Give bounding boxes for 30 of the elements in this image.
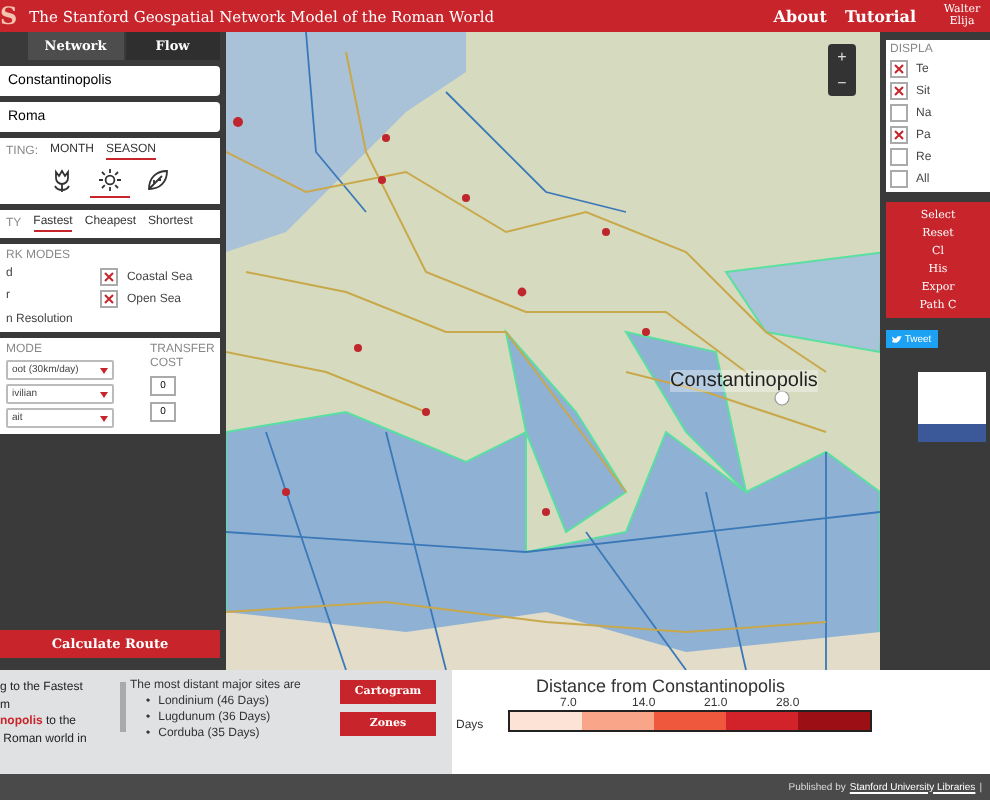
cross-icon: [894, 130, 904, 140]
bird-icon: [892, 335, 903, 343]
nav-link[interactable]: About: [773, 6, 827, 26]
cross-icon: [104, 272, 115, 282]
tulip-icon: [50, 168, 74, 192]
caret-icon: [100, 391, 108, 397]
checkbox[interactable]: [890, 126, 908, 144]
leaf-icon: [146, 168, 170, 192]
zoom-button[interactable]: −: [828, 70, 856, 96]
nav-link[interactable]: Tutorial: [844, 6, 916, 26]
checkbox[interactable]: [890, 148, 908, 166]
sun-icon: [98, 168, 122, 192]
cross-icon: [894, 86, 904, 96]
cross-icon: [894, 64, 904, 74]
checkbox[interactable]: [100, 290, 119, 308]
checkbox[interactable]: [100, 268, 119, 286]
caret-icon: [100, 415, 108, 421]
checkbox[interactable]: [890, 104, 908, 122]
checkbox[interactable]: [890, 170, 908, 188]
place-label: Constantinopolis: [670, 370, 818, 392]
cross-icon: [104, 294, 115, 304]
season-button[interactable]: [90, 166, 130, 198]
checkbox[interactable]: [890, 82, 908, 100]
logo: S: [0, 2, 18, 30]
zoom-button[interactable]: +: [828, 44, 856, 70]
caret-icon: [100, 367, 108, 373]
share-widget[interactable]: [918, 372, 986, 442]
legend-title: Distance from Constantinopolis: [536, 676, 788, 696]
checkbox[interactable]: [890, 60, 908, 78]
scrollbar[interactable]: [120, 682, 126, 732]
